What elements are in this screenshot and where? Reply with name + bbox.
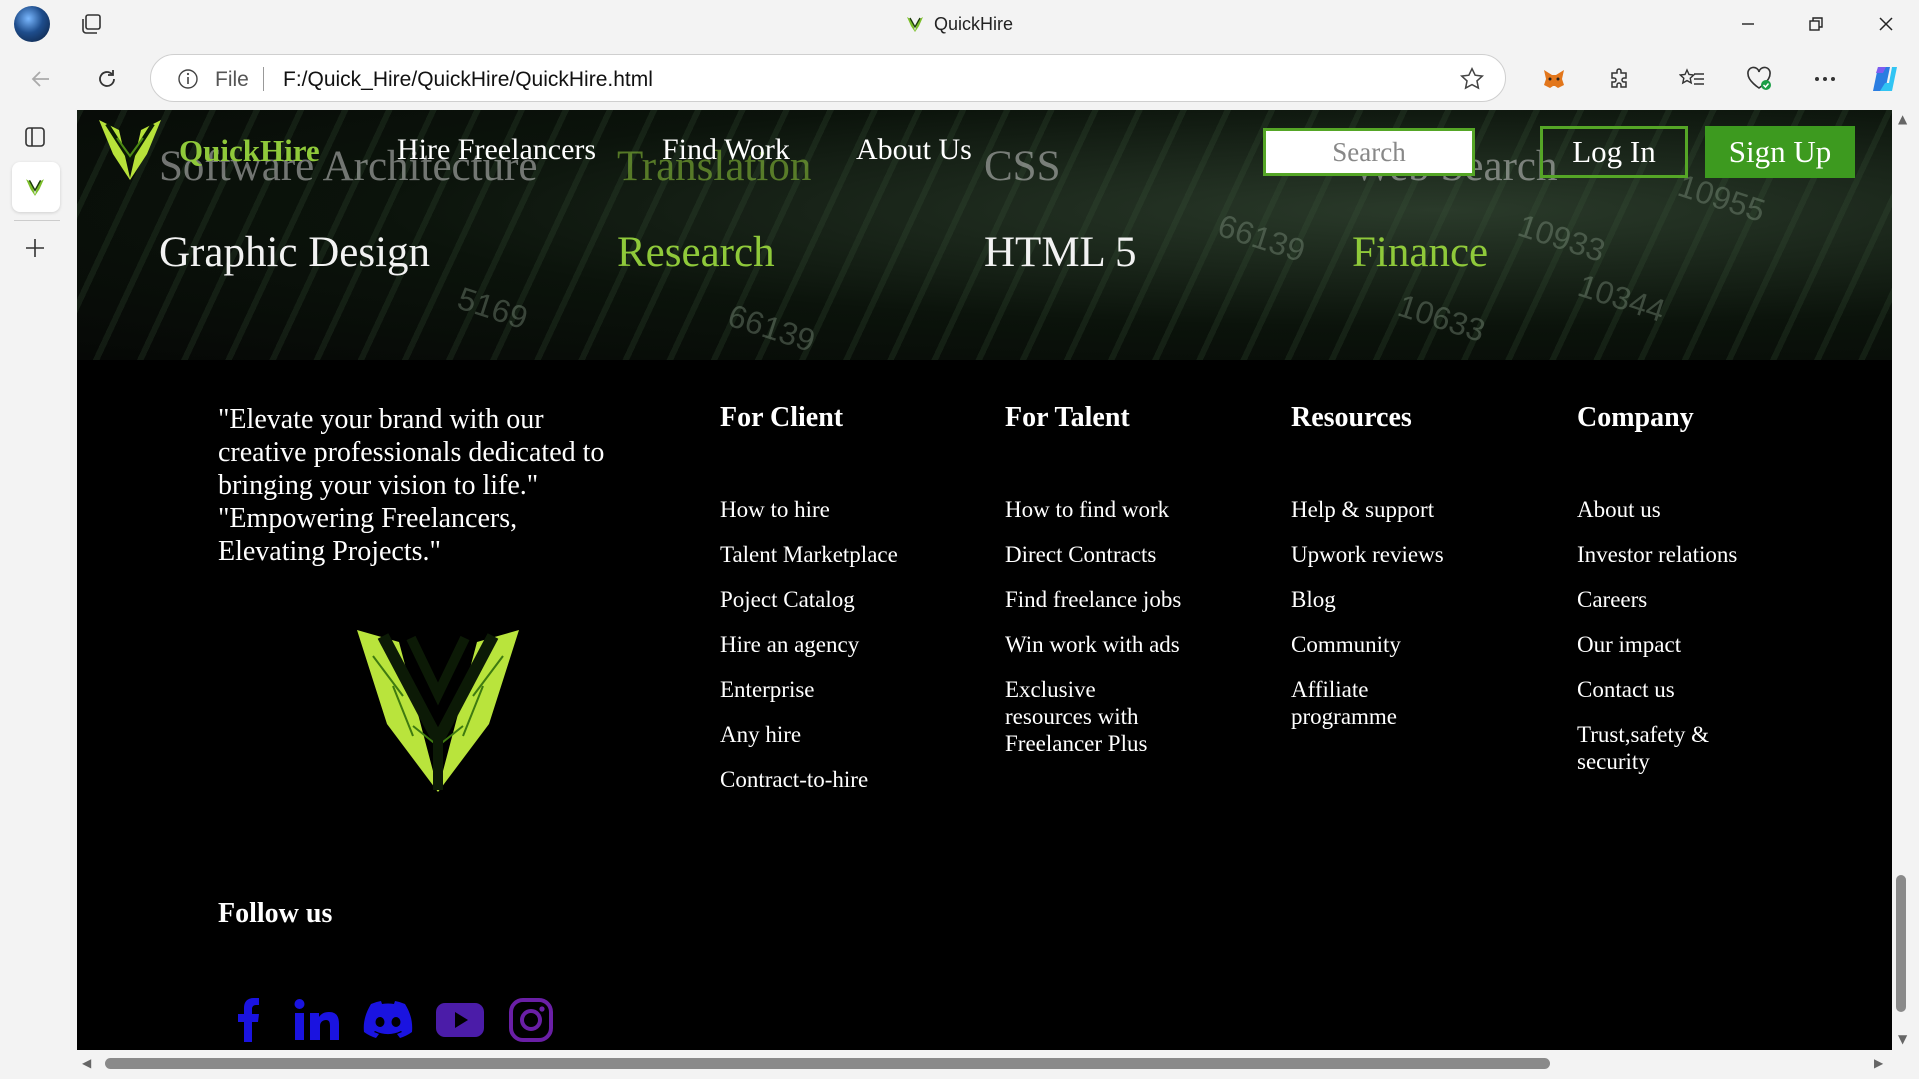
- footer-link[interactable]: Trust,safety & security: [1577, 721, 1767, 775]
- banner-background-figure: 10344: [1573, 267, 1670, 329]
- browser-toolbar: File F:/Quick_Hire/QuickHire/QuickHire.h…: [0, 48, 1919, 110]
- address-bar[interactable]: File F:/Quick_Hire/QuickHire/QuickHire.h…: [150, 54, 1506, 102]
- footer-link[interactable]: Find freelance jobs: [1005, 586, 1185, 613]
- quickhire-tab-favicon-icon[interactable]: [18, 170, 52, 204]
- facebook-icon[interactable]: [223, 995, 273, 1045]
- site-info-icon[interactable]: [177, 68, 199, 90]
- extensions-puzzle-icon[interactable]: [1603, 62, 1637, 96]
- scroll-right-arrow-icon[interactable]: ▶: [1874, 1056, 1883, 1070]
- footer-link[interactable]: Investor relations: [1577, 541, 1767, 568]
- brand-name[interactable]: QuickHire: [179, 133, 320, 169]
- footer-heading-for-talent: For Talent: [1005, 402, 1130, 433]
- banner-background-figure: 10933: [1513, 207, 1610, 269]
- footer-link[interactable]: Any hire: [720, 721, 900, 748]
- scheme-label: File: [215, 68, 249, 91]
- footer-link[interactable]: Talent Marketplace: [720, 541, 900, 568]
- footer-link[interactable]: Win work with ads: [1005, 631, 1185, 658]
- footer-link[interactable]: Affiliate programme: [1291, 676, 1471, 730]
- window-title-text: QuickHire: [933, 14, 1013, 34]
- footer-link[interactable]: Poject Catalog: [720, 586, 900, 613]
- close-window-button[interactable]: [1858, 8, 1914, 40]
- banner-background-figure: 66139: [1213, 207, 1310, 269]
- banner-background-figure: 66139: [723, 297, 820, 359]
- more-options-icon[interactable]: [1808, 62, 1842, 96]
- category-research[interactable]: Research: [617, 228, 775, 277]
- footer-link[interactable]: Contact us: [1577, 676, 1767, 703]
- nav-find-work[interactable]: Find Work: [662, 133, 790, 167]
- footer-link[interactable]: How to hire: [720, 496, 900, 523]
- banner-background-figure: 5169: [453, 279, 533, 337]
- footer-link[interactable]: Enterprise: [720, 676, 900, 703]
- footer-list-resources: Help & support Upwork reviews Blog Commu…: [1291, 496, 1471, 748]
- footer-link[interactable]: Careers: [1577, 586, 1767, 613]
- horizontal-scroll-thumb[interactable]: [105, 1058, 1550, 1069]
- category-finance[interactable]: Finance: [1352, 228, 1488, 277]
- nav-about-us[interactable]: About Us: [856, 133, 972, 167]
- footer-list-for-talent: How to find work Direct Contracts Find f…: [1005, 496, 1185, 775]
- discord-icon[interactable]: [363, 995, 413, 1045]
- footer-link[interactable]: Contract-to-hire: [720, 766, 900, 793]
- footer-link[interactable]: Blog: [1291, 586, 1471, 613]
- favorites-list-icon[interactable]: [1675, 62, 1709, 96]
- site-navbar: QuickHire Hire Freelancers Find Work Abo…: [77, 110, 1892, 200]
- quickhire-favicon-icon: [906, 15, 924, 33]
- footer-link[interactable]: Direct Contracts: [1005, 541, 1185, 568]
- vertical-scroll-thumb[interactable]: [1896, 875, 1906, 1012]
- instagram-icon[interactable]: [506, 995, 556, 1045]
- youtube-icon[interactable]: [435, 995, 485, 1045]
- favorite-star-icon[interactable]: [1459, 66, 1485, 92]
- metamask-extension-icon[interactable]: [1537, 62, 1571, 96]
- footer-quote: "Elevate your brand with our creative pr…: [218, 404, 605, 567]
- linkedin-icon[interactable]: [292, 995, 342, 1045]
- window-title: QuickHire: [0, 14, 1919, 35]
- minimize-button[interactable]: [1720, 8, 1776, 40]
- footer-heading-for-client: For Client: [720, 402, 844, 433]
- category-html5[interactable]: HTML 5: [984, 228, 1136, 277]
- footer-link[interactable]: Community: [1291, 631, 1471, 658]
- quickhire-logo-icon[interactable]: [97, 118, 163, 182]
- footer-link[interactable]: How to find work: [1005, 496, 1185, 523]
- footer-link[interactable]: Hire an agency: [720, 631, 900, 658]
- quickhire-large-logo-icon: [353, 626, 523, 792]
- new-tab-plus-icon[interactable]: [18, 231, 52, 265]
- footer-heading-company: Company: [1577, 402, 1694, 433]
- footer-link[interactable]: Our impact: [1577, 631, 1767, 658]
- footer-link[interactable]: Upwork reviews: [1291, 541, 1471, 568]
- back-button[interactable]: [24, 62, 58, 96]
- sidebar-divider: [14, 220, 60, 221]
- search-input[interactable]: [1263, 128, 1475, 176]
- signup-button[interactable]: Sign Up: [1705, 126, 1855, 178]
- footer-link[interactable]: About us: [1577, 496, 1767, 523]
- scroll-down-arrow-icon[interactable]: ▼: [1898, 1032, 1907, 1046]
- copilot-icon[interactable]: [1868, 62, 1902, 96]
- footer-link[interactable]: Help & support: [1291, 496, 1471, 523]
- scroll-left-arrow-icon[interactable]: ◀: [82, 1056, 91, 1070]
- url-text[interactable]: F:/Quick_Hire/QuickHire/QuickHire.html: [283, 68, 653, 92]
- footer-list-company: About us Investor relations Careers Our …: [1577, 496, 1767, 793]
- browser-title-bar: QuickHire: [0, 0, 1919, 48]
- nav-hire-freelancers[interactable]: Hire Freelancers: [397, 133, 596, 167]
- follow-us-heading: Follow us: [218, 898, 333, 929]
- footer-link[interactable]: Exclusive resources with Freelancer Plus: [1005, 676, 1185, 757]
- restore-button[interactable]: [1788, 8, 1844, 40]
- page-viewport: 10955 10933 10344 10633 66139 5169 66139…: [77, 110, 1892, 1050]
- tab-panel-icon[interactable]: [18, 120, 52, 154]
- footer-list-for-client: How to hire Talent Marketplace Poject Ca…: [720, 496, 900, 811]
- footer-heading-resources: Resources: [1291, 402, 1412, 433]
- browser-essentials-icon[interactable]: [1742, 62, 1776, 96]
- login-button[interactable]: Log In: [1540, 126, 1688, 178]
- scroll-up-arrow-icon[interactable]: ▲: [1898, 112, 1907, 126]
- category-graphic-design[interactable]: Graphic Design: [159, 228, 430, 277]
- vertical-tab-sidebar: [0, 110, 77, 1079]
- address-separator: [263, 67, 264, 91]
- banner-background-figure: 10633: [1393, 287, 1490, 349]
- reload-button[interactable]: [90, 62, 124, 96]
